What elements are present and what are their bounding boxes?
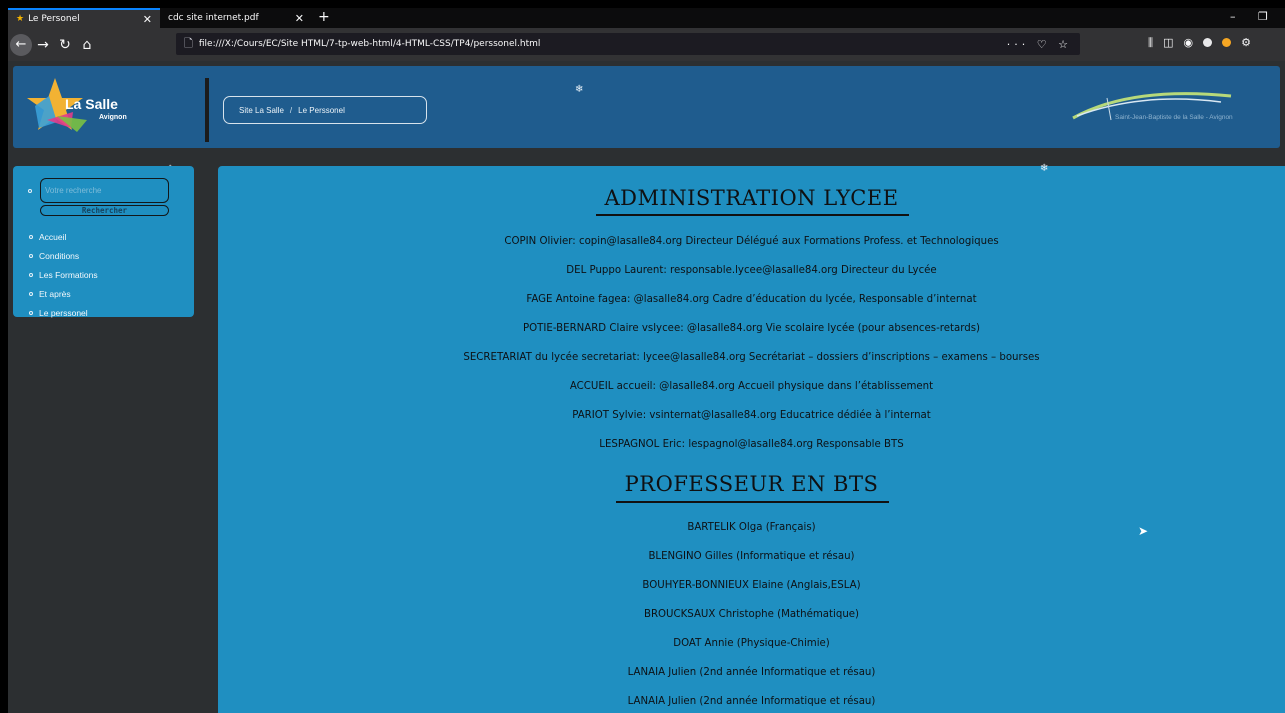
page-icon: 🗋 <box>184 36 193 50</box>
sidebar-menu: Accueil Conditions Les Formations Et apr… <box>29 227 98 322</box>
account-icon[interactable]: ◉ <box>1183 36 1193 50</box>
admin-entry: POTIE-BERNARD Claire vslycee: @lasalle84… <box>523 323 980 334</box>
search-button[interactable]: Rechercher <box>40 205 169 216</box>
library-icon[interactable]: ⫼ <box>1148 36 1153 50</box>
site-header: La Salle Avignon Site La Salle / Le Pers… <box>13 66 1280 148</box>
tab-label: cdc site internet.pdf <box>168 13 259 23</box>
bts-entry: BLENGINO Gilles (Informatique et résau) <box>648 551 855 562</box>
back-button[interactable]: ← <box>10 33 32 56</box>
close-tab-icon[interactable]: ✕ <box>143 13 152 26</box>
bullet-icon <box>29 234 33 239</box>
page-viewport: La Salle Avignon Site La Salle / Le Pers… <box>8 61 1285 713</box>
extension-icon[interactable] <box>1222 38 1232 47</box>
bullet-icon <box>29 310 33 315</box>
partner-logo-text: Saint-Jean-Baptiste de la Salle - Avigno… <box>1115 114 1233 121</box>
breadcrumb-item-current: Le Perssonel <box>298 105 345 115</box>
restore-button[interactable]: ❐ <box>1258 10 1268 23</box>
star-icon: ★ <box>16 14 25 24</box>
extension-icon[interactable] <box>1203 38 1213 47</box>
home-button[interactable]: ⌂ <box>76 37 98 53</box>
tab-le-personel[interactable]: ★ Le Personel ✕ <box>8 8 160 28</box>
sidebar-icon[interactable]: ◫ <box>1163 36 1173 50</box>
sidebar-item-label: Les Formations <box>39 269 98 280</box>
sidebar-item-personnel[interactable]: Le perssonel <box>29 303 98 322</box>
header-divider <box>205 78 209 142</box>
reload-button[interactable]: ↻ <box>54 37 76 53</box>
bts-entry: LANAIA Julien (2nd année Informatique et… <box>627 667 876 678</box>
url-bar[interactable]: 🗋 file:///X:/Cours/EC/Site HTML/7-tp-web… <box>176 33 1080 55</box>
navigation-bar: ← → ↻ ⌂ 🗋 file:///X:/Cours/EC/Site HTML/… <box>8 28 1285 61</box>
search-input[interactable]: Votre recherche <box>40 178 169 203</box>
sidebar-item-label: Et après <box>39 288 71 299</box>
browser-window: ★ Le Personel ✕ cdc site internet.pdf ✕ … <box>8 8 1285 713</box>
snowflake-icon: ❄ <box>1040 163 1049 174</box>
sidebar-item-et-apres[interactable]: Et après <box>29 284 98 303</box>
bts-entry: BOUHYER-BONNIEUX Elaine (Anglais,ESLA) <box>642 580 861 591</box>
sidebar-item-label: Conditions <box>39 250 80 261</box>
bullet-icon <box>28 189 32 193</box>
admin-section-title: ADMINISTRATION LYCEE <box>604 186 899 210</box>
breadcrumb-separator: / <box>289 105 293 115</box>
bts-entry: BROUCKSAUX Christophe (Mathématique) <box>643 609 860 620</box>
main-content: ❄ ADMINISTRATION LYCEE COPIN Olivier: co… <box>218 163 1285 713</box>
title-underline <box>616 501 889 503</box>
sidebar-item-accueil[interactable]: Accueil <box>29 227 98 246</box>
toolbar-icons: ⫼ ◫ ◉ ⚙ <box>1148 36 1251 50</box>
arrow-left-icon: ← <box>15 37 27 52</box>
breadcrumb-item-site[interactable]: Site La Salle <box>239 106 284 115</box>
new-tab-button[interactable]: + <box>318 9 330 25</box>
bullet-icon <box>29 272 33 277</box>
bts-entry: LANAIA Julien (2nd année Informatique et… <box>627 696 876 707</box>
extensions-menu-icon[interactable]: ⚙ <box>1241 36 1251 50</box>
page-actions-icon[interactable]: ··· ♡ ☆ <box>1007 38 1080 51</box>
title-underline <box>596 214 909 216</box>
bts-section-title: PROFESSEUR EN BTS <box>624 472 879 496</box>
admin-entry: COPIN Olivier: copin@lasalle84.org Direc… <box>504 236 999 247</box>
tab-label: Le Personel <box>28 14 80 24</box>
bullet-icon <box>29 253 33 258</box>
admin-entry: ACCUEIL accueil: @lasalle84.org Accueil … <box>569 381 934 392</box>
admin-entry: FAGE Antoine fagea: @lasalle84.org Cadre… <box>526 294 977 305</box>
close-tab-icon[interactable]: ✕ <box>295 12 304 25</box>
bts-entry: BARTELIK Olga (Français) <box>687 522 816 533</box>
bts-entry: DOAT Annie (Physique-Chimie) <box>673 638 830 649</box>
admin-entry: LESPAGNOL Eric: lespagnol@lasalle84.org … <box>599 439 904 450</box>
breadcrumb: Site La Salle / Le Perssonel <box>223 96 427 124</box>
forward-button[interactable]: → <box>32 37 54 53</box>
sidebar-item-formations[interactable]: Les Formations <box>29 265 98 284</box>
url-text: file:///X:/Cours/EC/Site HTML/7-tp-web-h… <box>198 39 541 49</box>
tab-bar: ★ Le Personel ✕ cdc site internet.pdf ✕ … <box>8 8 1285 28</box>
logo-subtitle: Avignon <box>99 114 127 121</box>
admin-entry: DEL Puppo Laurent: responsable.lycee@las… <box>566 265 937 276</box>
sidebar-item-label: Le perssonel <box>39 307 88 318</box>
logo-text: La Salle <box>65 96 118 112</box>
tab-cdc-pdf[interactable]: cdc site internet.pdf ✕ <box>160 8 312 28</box>
admin-entry: PARIOT Sylvie: vsinternat@lasalle84.org … <box>572 410 931 421</box>
sidebar-item-label: Accueil <box>39 231 67 242</box>
sidebar-item-conditions[interactable]: Conditions <box>29 246 98 265</box>
snowflake-icon: ❄ <box>575 84 584 95</box>
minimize-button[interactable]: – <box>1230 10 1236 23</box>
admin-entry: SECRETARIAT du lycée secretariat: lycee@… <box>463 352 1040 363</box>
bullet-icon <box>29 291 33 296</box>
mouse-cursor-icon: ➤ <box>1138 524 1149 538</box>
sidebar: Votre recherche Rechercher Accueil Condi… <box>13 166 194 318</box>
